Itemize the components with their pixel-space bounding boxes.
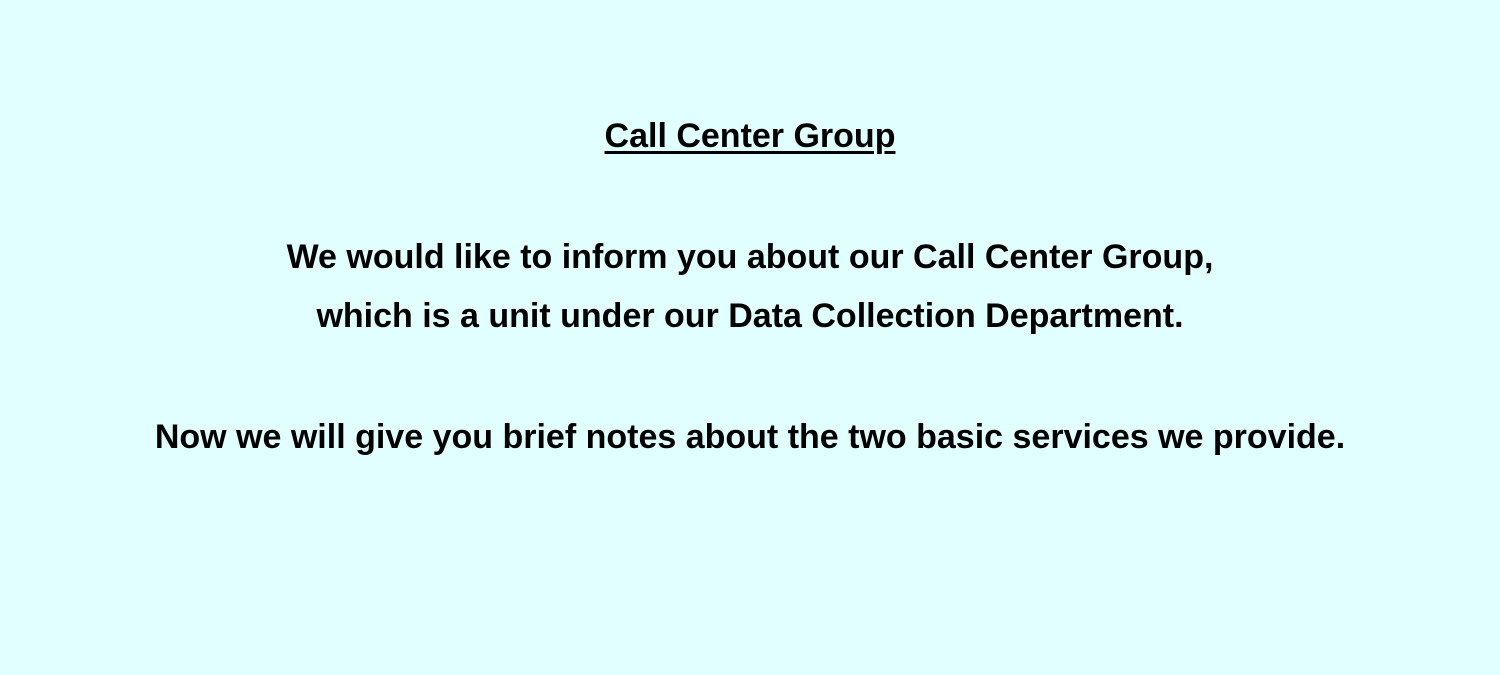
services-note-text: Now we will give you brief notes about t…	[154, 418, 1346, 456]
services-note: Now we will give you brief notes about t…	[0, 408, 1500, 467]
slide-title: Call Center Group	[0, 115, 1500, 157]
intro-paragraph: We would like to inform you about our Ca…	[0, 228, 1500, 346]
intro-line-2: which is a unit under our Data Collectio…	[316, 297, 1184, 335]
slide-page: Call Center Group We would like to infor…	[0, 0, 1500, 675]
intro-line-1: We would like to inform you about our Ca…	[286, 238, 1214, 276]
slide-title-text: Call Center Group	[604, 117, 896, 155]
